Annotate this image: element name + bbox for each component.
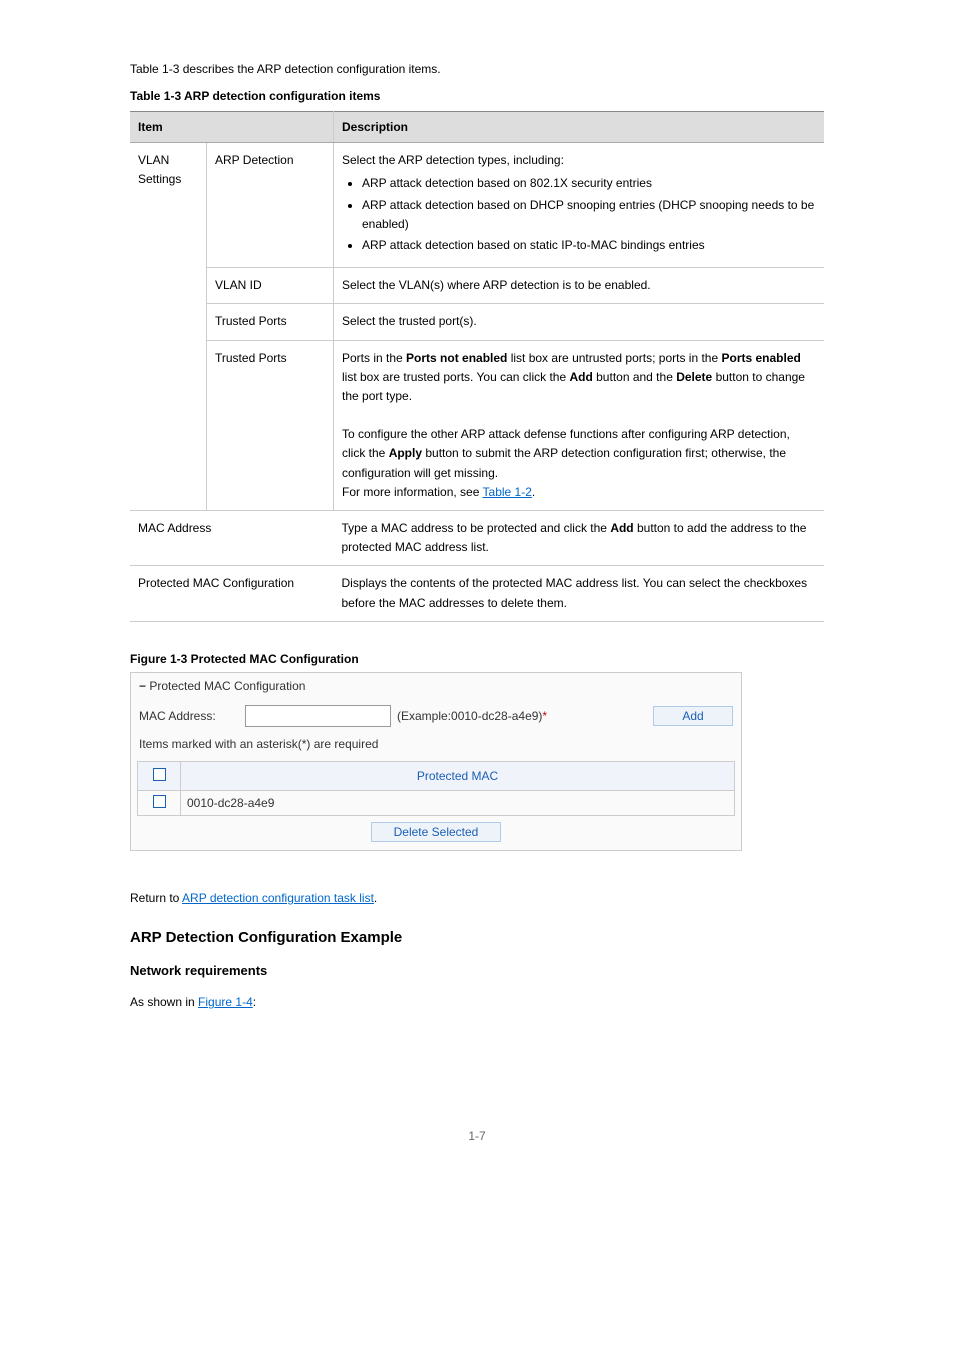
mac-cell: 0010-dc28-a4e9 <box>181 790 735 815</box>
row-pmac-config: Protected MAC Configuration <box>130 566 334 621</box>
return-text: Return to ARP detection configuration ta… <box>130 891 824 905</box>
desc-pmac-config: Displays the contents of the protected M… <box>334 566 825 621</box>
add-button[interactable]: Add <box>653 706 733 726</box>
row-vlan-id: VLAN ID <box>207 268 334 304</box>
mac-address-input[interactable] <box>245 705 391 727</box>
table12-link[interactable]: Table 1-2 <box>483 485 532 499</box>
config-table: Item Description VLAN Settings ARP Detec… <box>130 111 824 622</box>
row-arp-detection: ARP Detection <box>207 143 334 268</box>
protected-mac-header: Protected MAC <box>181 761 735 790</box>
page-number: 1-7 <box>130 1129 824 1143</box>
protected-mac-table: Protected MAC 0010-dc28-a4e9 <box>137 761 735 816</box>
desc-vlan-id: Select the VLAN(s) where ARP detection i… <box>334 268 825 304</box>
table-row: 0010-dc28-a4e9 <box>138 790 735 815</box>
desc-arp-detection: Select the ARP detection types, includin… <box>334 143 825 268</box>
network-requirements-heading: Network requirements <box>130 963 824 978</box>
intro-text: Table 1-3 describes the ARP detection co… <box>130 60 824 79</box>
network-requirements-text: As shown in Figure 1-4: <box>130 995 824 1009</box>
panel-header[interactable]: − Protected MAC Configuration <box>131 673 741 699</box>
select-all-checkbox[interactable] <box>153 768 166 781</box>
delete-selected-button[interactable]: Delete Selected <box>371 822 501 842</box>
mac-address-label: MAC Address: <box>139 709 239 723</box>
row-trusted-ports1: Trusted Ports <box>207 304 334 340</box>
select-all-cell[interactable] <box>138 761 181 790</box>
row-trusted-ports2: Trusted Ports <box>207 340 334 511</box>
protected-mac-panel: − Protected MAC Configuration MAC Addres… <box>130 672 742 851</box>
th-desc: Description <box>334 112 825 143</box>
desc-mac-address: Type a MAC address to be protected and c… <box>334 511 825 566</box>
figure14-link[interactable]: Figure 1-4 <box>198 995 253 1009</box>
desc-trusted-ports2: Ports in the Ports not enabled list box … <box>334 340 825 511</box>
example-heading: ARP Detection Configuration Example <box>130 929 824 946</box>
desc-trusted-ports1: Select the trusted port(s). <box>334 304 825 340</box>
table3-caption: Table 1-3 ARP detection configuration it… <box>130 89 824 103</box>
row-checkbox[interactable] <box>153 795 166 808</box>
return-link[interactable]: ARP detection configuration task list <box>182 891 374 905</box>
required-note: Items marked with an asterisk(*) are req… <box>131 733 741 759</box>
example-text: (Example:0010-dc28-a4e9)* <box>397 709 547 723</box>
row-mac-address: MAC Address <box>130 511 334 566</box>
row-vlan-settings: VLAN Settings <box>130 143 207 511</box>
th-item: Item <box>130 112 334 143</box>
intro: Table 1-3 describes the ARP detection co… <box>130 62 441 76</box>
figure3-caption: Figure 1-3 Protected MAC Configuration <box>130 652 824 666</box>
